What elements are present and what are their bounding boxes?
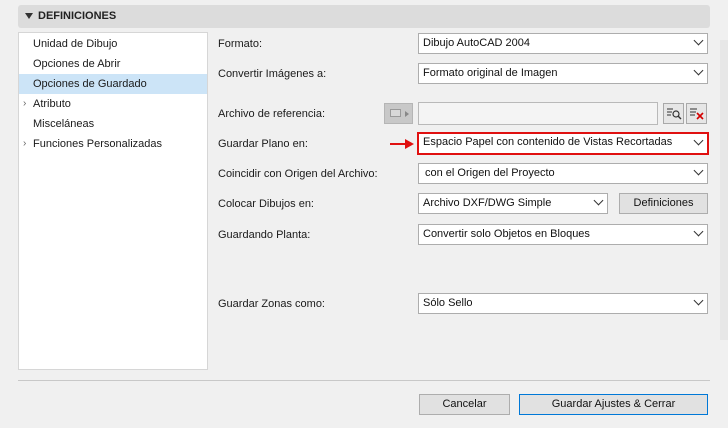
definiciones-button[interactable]: Definiciones bbox=[619, 193, 708, 214]
guardar-zonas-value: Sólo Sello bbox=[423, 297, 473, 309]
guardar-plano-dropdown[interactable]: Espacio Papel con contenido de Vistas Re… bbox=[417, 132, 709, 155]
chevron-right-icon[interactable]: › bbox=[23, 94, 26, 114]
nav-item-label: Atributo bbox=[33, 98, 71, 110]
guardar-plano-label: Guardar Plano en: bbox=[218, 138, 308, 150]
nav-item-unidad-de-dibujo[interactable]: Unidad de Dibujo bbox=[19, 34, 207, 54]
remove-file-button[interactable] bbox=[686, 103, 707, 124]
coincidir-origen-label: Coincidir con Origen del Archivo: bbox=[218, 168, 378, 180]
search-file-button[interactable] bbox=[663, 103, 684, 124]
chevron-down-icon bbox=[693, 135, 704, 146]
nav-item-label: Opciones de Abrir bbox=[33, 58, 121, 70]
red-arrow-icon bbox=[390, 139, 414, 149]
nav-item-label: Misceláneas bbox=[33, 118, 95, 130]
convertir-imagenes-value: Formato original de Imagen bbox=[423, 67, 558, 79]
nav-item-miscelaneas[interactable]: Misceláneas bbox=[19, 114, 207, 134]
guardando-planta-dropdown[interactable]: Convertir solo Objetos en Bloques bbox=[418, 224, 708, 245]
cancel-button[interactable]: Cancelar bbox=[419, 394, 510, 415]
nav-item-label: Opciones de Guardado bbox=[33, 78, 147, 90]
footer-divider bbox=[18, 380, 710, 381]
formato-label: Formato: bbox=[218, 38, 263, 50]
chevron-down-icon bbox=[693, 165, 704, 176]
right-edge-scrollbar[interactable] bbox=[720, 40, 728, 340]
chevron-right-icon[interactable]: › bbox=[23, 134, 26, 154]
folder-icon bbox=[390, 109, 401, 117]
coincidir-origen-dropdown[interactable]: con el Origen del Proyecto bbox=[418, 163, 708, 184]
formato-dropdown[interactable]: Dibujo AutoCAD 2004 bbox=[418, 33, 708, 54]
chevron-down-icon bbox=[693, 226, 704, 237]
guardando-planta-value: Convertir solo Objetos en Bloques bbox=[423, 228, 590, 240]
nav-item-atributo[interactable]: › Atributo bbox=[19, 94, 207, 114]
nav-item-opciones-de-guardado[interactable]: Opciones de Guardado bbox=[19, 74, 207, 94]
colocar-dibujos-label: Colocar Dibujos en: bbox=[218, 198, 314, 210]
guardar-plano-value: Espacio Papel con contenido de Vistas Re… bbox=[423, 136, 673, 148]
panel-title: DEFINICIONES bbox=[38, 10, 117, 22]
nav-item-opciones-de-abrir[interactable]: Opciones de Abrir bbox=[19, 54, 207, 74]
guardando-planta-label: Guardando Planta: bbox=[218, 229, 311, 241]
triangle-right-icon bbox=[405, 111, 409, 117]
convertir-imagenes-dropdown[interactable]: Formato original de Imagen bbox=[418, 63, 708, 84]
formato-value: Dibujo AutoCAD 2004 bbox=[423, 37, 531, 49]
remove-file-icon bbox=[690, 108, 704, 120]
guardar-zonas-dropdown[interactable]: Sólo Sello bbox=[418, 293, 708, 314]
chevron-down-icon bbox=[693, 65, 704, 76]
collapse-triangle-icon[interactable] bbox=[25, 13, 33, 19]
archivo-referencia-label: Archivo de referencia: bbox=[218, 108, 325, 120]
save-settings-close-button[interactable]: Guardar Ajustes & Cerrar bbox=[519, 394, 708, 415]
search-file-icon bbox=[667, 108, 682, 120]
nav-item-label: Unidad de Dibujo bbox=[33, 38, 118, 50]
colocar-dibujos-dropdown[interactable]: Archivo DXF/DWG Simple bbox=[418, 193, 608, 214]
coincidir-origen-value: con el Origen del Proyecto bbox=[425, 167, 555, 179]
convertir-imagenes-label: Convertir Imágenes a: bbox=[218, 68, 327, 80]
chevron-down-icon bbox=[593, 195, 604, 206]
nav-item-label: Funciones Personalizadas bbox=[33, 138, 163, 150]
chevron-down-icon bbox=[693, 295, 704, 306]
guardar-zonas-label: Guardar Zonas como: bbox=[218, 298, 325, 310]
colocar-dibujos-value: Archivo DXF/DWG Simple bbox=[423, 197, 552, 209]
settings-nav-list: Unidad de Dibujo Opciones de Abrir Opcio… bbox=[18, 32, 208, 370]
archivo-referencia-field[interactable] bbox=[418, 102, 658, 125]
browse-folder-button[interactable] bbox=[384, 103, 413, 124]
definiciones-panel-header[interactable]: DEFINICIONES bbox=[18, 5, 710, 28]
chevron-down-icon bbox=[693, 35, 704, 46]
nav-item-funciones-personalizadas[interactable]: › Funciones Personalizadas bbox=[19, 134, 207, 154]
